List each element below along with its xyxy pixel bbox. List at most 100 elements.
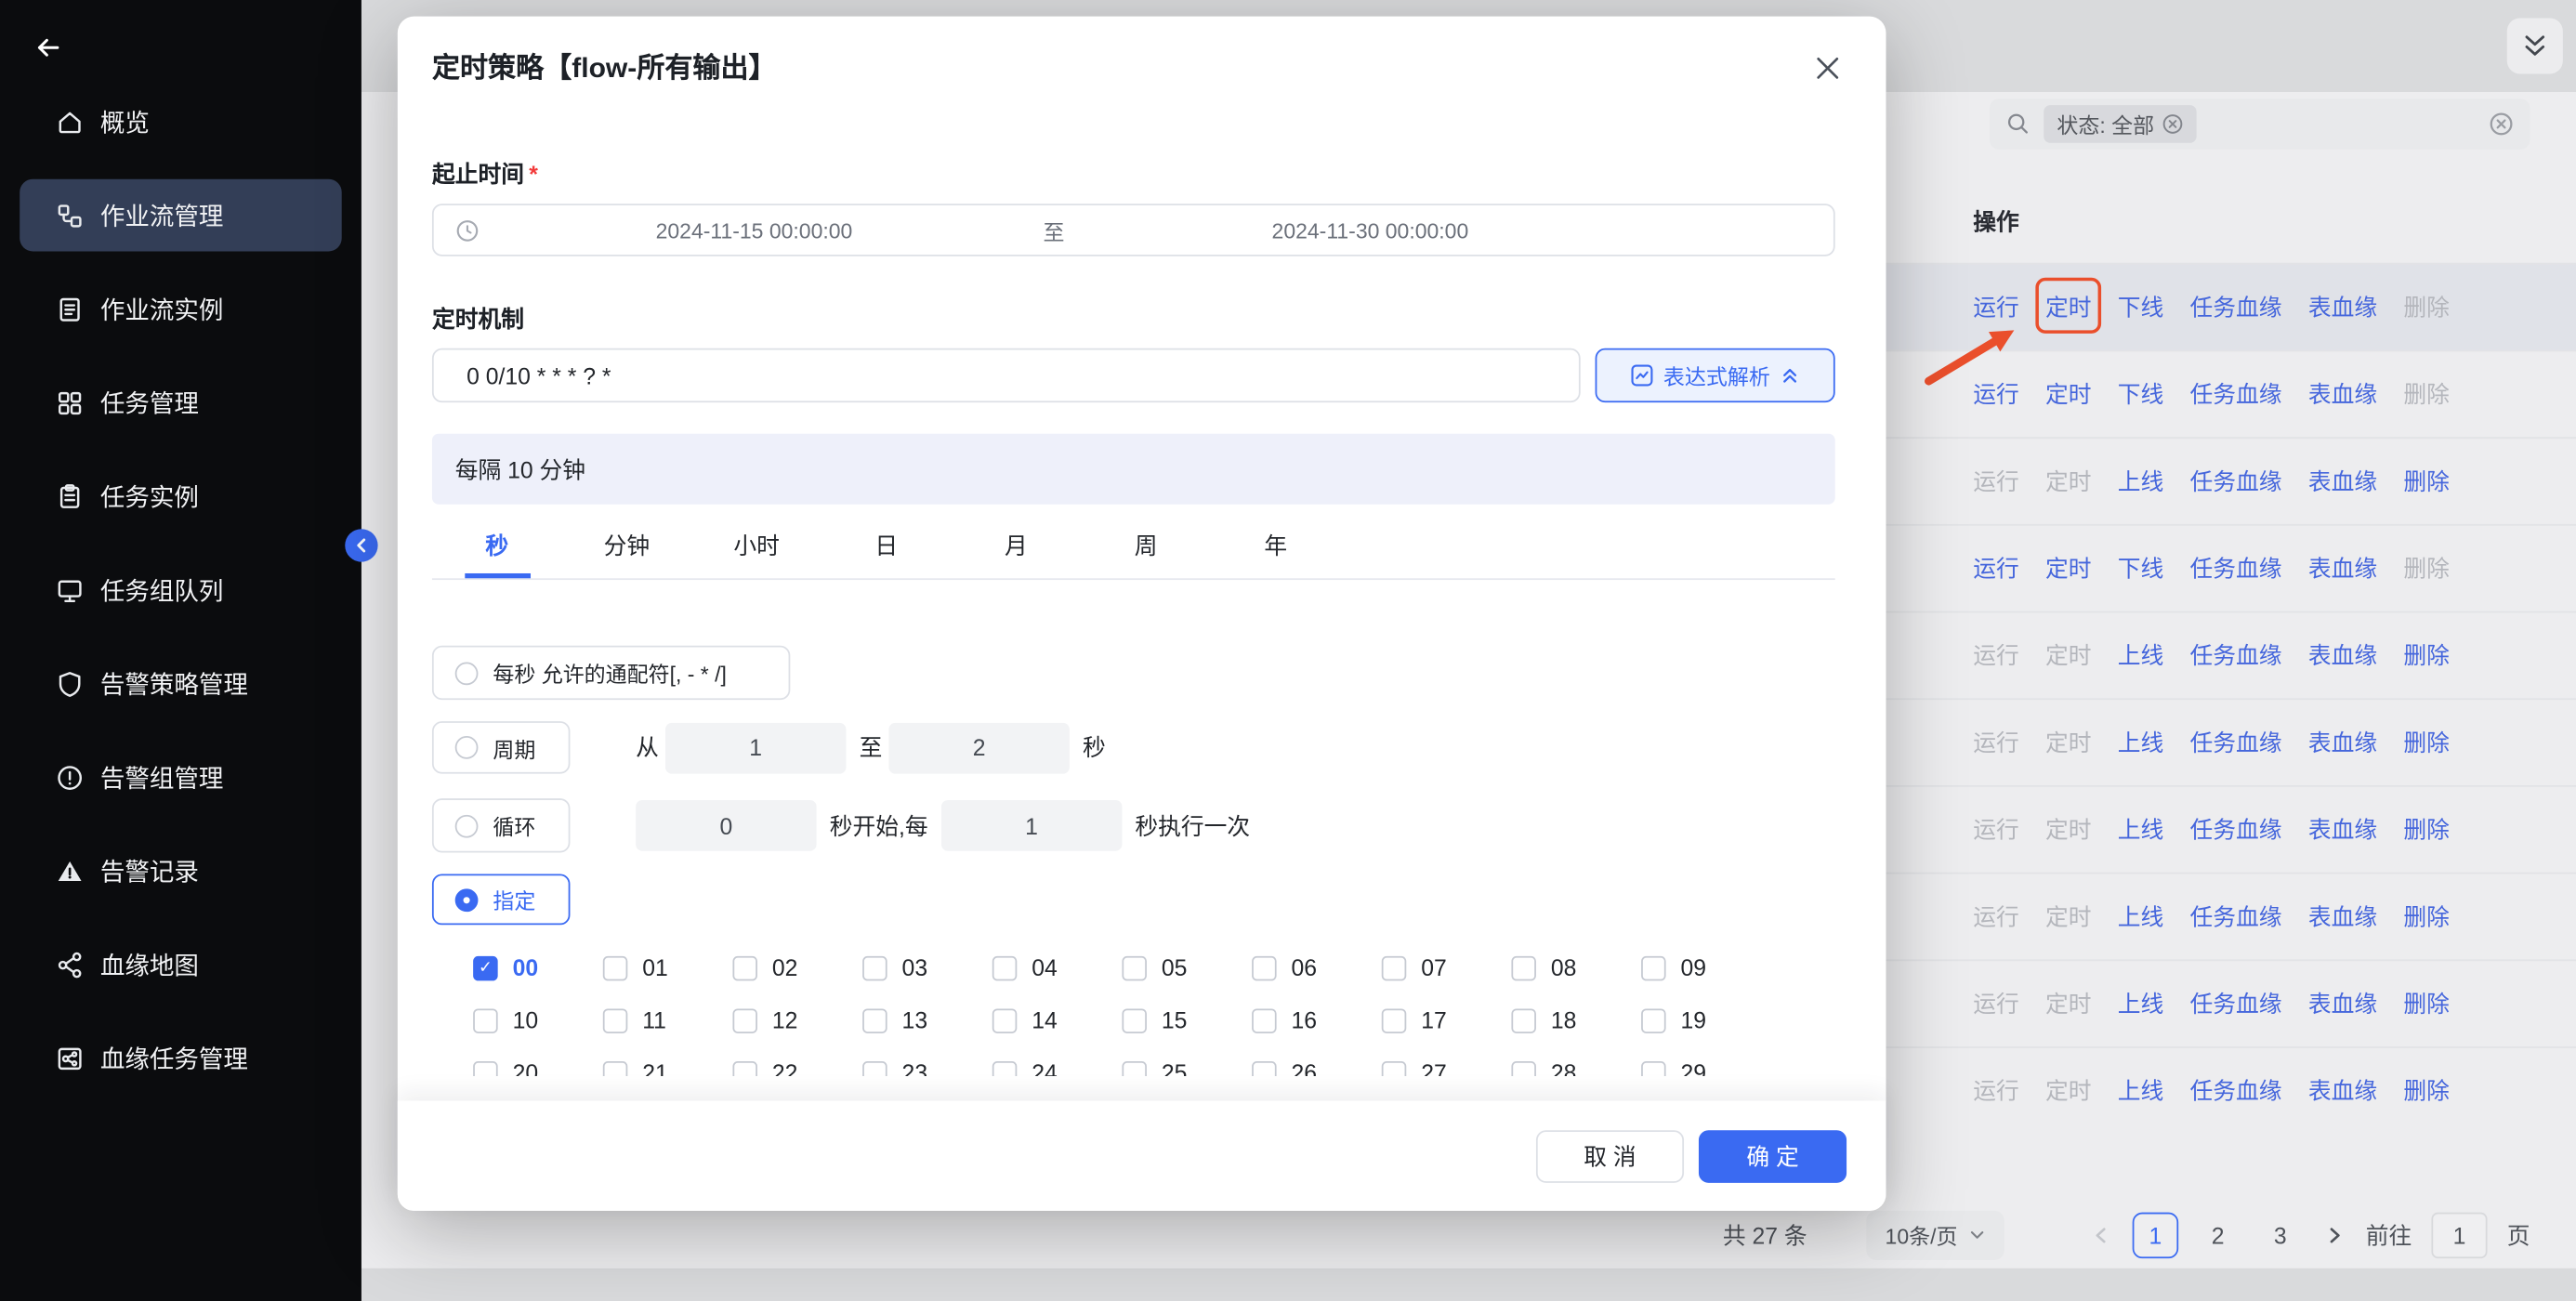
row-action-link[interactable]: 任务血缘 <box>2190 639 2282 672</box>
sidebar-item[interactable]: 作业流实例 <box>20 272 341 345</box>
option-loop[interactable]: 循环 <box>432 798 570 852</box>
second-checkbox-item[interactable]: 04 <box>992 954 1123 980</box>
row-action-link[interactable]: 删除 <box>2403 813 2450 846</box>
checkbox-icon[interactable] <box>862 1060 887 1076</box>
second-checkbox-item[interactable]: 25 <box>1122 1059 1252 1076</box>
second-checkbox-item[interactable]: 06 <box>1252 954 1382 980</box>
checkbox-icon[interactable] <box>1511 1008 1536 1033</box>
second-checkbox-item[interactable]: 18 <box>1511 1007 1641 1033</box>
sidebar-item[interactable]: 血缘地图 <box>20 928 341 1001</box>
checkbox-icon[interactable] <box>1511 1060 1536 1076</box>
sidebar-item[interactable]: 告警策略管理 <box>20 648 341 720</box>
row-action-link[interactable]: 删除 <box>2403 465 2450 497</box>
second-checkbox-item[interactable]: ✓00 <box>473 954 603 980</box>
row-action-link[interactable]: 表血缘 <box>2308 1074 2377 1107</box>
second-checkbox-item[interactable]: 11 <box>603 1007 733 1033</box>
radio-every-second[interactable] <box>455 662 479 685</box>
row-action-link[interactable]: 下线 <box>2118 378 2164 411</box>
row-action-link[interactable]: 定时 <box>2045 552 2092 585</box>
loop-start-input[interactable]: 0 <box>636 800 816 851</box>
back-button[interactable] <box>26 26 69 69</box>
row-action-link[interactable]: 上线 <box>2118 987 2164 1019</box>
checkbox-icon[interactable] <box>473 1008 498 1033</box>
second-checkbox-item[interactable]: 09 <box>1641 954 1771 980</box>
row-action-link[interactable]: 表血缘 <box>2308 552 2377 585</box>
expand-all-button[interactable] <box>2507 18 2563 73</box>
page-number[interactable]: 1 <box>2133 1212 2179 1258</box>
second-checkbox-item[interactable]: 17 <box>1382 1007 1512 1033</box>
unit-tab[interactable]: 周 <box>1081 518 1211 578</box>
clear-filters-icon[interactable] <box>2489 112 2514 137</box>
unit-tab[interactable]: 日 <box>821 518 952 578</box>
row-action-link[interactable]: 任务血缘 <box>2190 900 2282 933</box>
row-action-link[interactable]: 表血缘 <box>2308 900 2377 933</box>
row-action-link[interactable]: 上线 <box>2118 813 2164 846</box>
checkbox-icon[interactable] <box>1382 1008 1407 1033</box>
option-specify[interactable]: 指定 <box>432 874 570 925</box>
second-checkbox-item[interactable]: 24 <box>992 1059 1123 1076</box>
row-action-link[interactable]: 表血缘 <box>2308 465 2377 497</box>
row-action-link[interactable]: 表血缘 <box>2308 987 2377 1019</box>
second-checkbox-item[interactable]: 13 <box>862 1007 992 1033</box>
checkbox-icon[interactable] <box>603 1008 628 1033</box>
page-number[interactable]: 3 <box>2257 1212 2304 1258</box>
sidebar-item[interactable]: 概览 <box>20 85 341 158</box>
sidebar-item[interactable]: 任务组队列 <box>20 554 341 626</box>
date-range-input[interactable]: 2024-11-15 00:00:00 至 2024-11-30 00:00:0… <box>432 204 1835 256</box>
row-action-link[interactable]: 任务血缘 <box>2190 552 2282 585</box>
sidebar-item[interactable]: 任务管理 <box>20 366 341 439</box>
sidebar-item[interactable]: 告警记录 <box>20 834 341 907</box>
row-action-link[interactable]: 任务血缘 <box>2190 987 2282 1019</box>
row-action-link[interactable]: 删除 <box>2403 639 2450 672</box>
radio-loop[interactable] <box>455 814 479 837</box>
checkbox-icon[interactable] <box>1641 1008 1666 1033</box>
checkbox-icon[interactable] <box>992 1008 1018 1033</box>
checkbox-icon[interactable] <box>1511 955 1536 980</box>
checkbox-icon[interactable] <box>1252 1008 1277 1033</box>
checkbox-icon[interactable] <box>862 1008 887 1033</box>
checkbox-icon[interactable] <box>1382 955 1407 980</box>
checkbox-icon[interactable] <box>603 955 628 980</box>
sidebar-collapse-handle[interactable] <box>345 529 377 561</box>
sidebar-item[interactable]: 告警组管理 <box>20 741 341 813</box>
second-checkbox-item[interactable]: 26 <box>1252 1059 1382 1076</box>
checkbox-icon[interactable] <box>992 1060 1018 1076</box>
row-action-link[interactable]: 运行 <box>1973 552 2019 585</box>
sidebar-item[interactable]: 血缘任务管理 <box>20 1022 341 1095</box>
checkbox-icon[interactable] <box>1252 955 1277 980</box>
second-checkbox-item[interactable]: 15 <box>1122 1007 1252 1033</box>
row-action-link[interactable]: 删除 <box>2403 1074 2450 1107</box>
row-action-link[interactable]: 下线 <box>2118 291 2164 323</box>
second-checkbox-item[interactable]: 14 <box>992 1007 1123 1033</box>
second-checkbox-item[interactable]: 16 <box>1252 1007 1382 1033</box>
row-action-link[interactable]: 删除 <box>2403 987 2450 1019</box>
checkbox-icon[interactable] <box>862 955 887 980</box>
checkbox-icon[interactable] <box>473 1060 498 1076</box>
radio-specify-checked[interactable] <box>455 888 479 912</box>
checkbox-icon[interactable] <box>1382 1060 1407 1076</box>
second-checkbox-item[interactable]: 08 <box>1511 954 1641 980</box>
second-checkbox-item[interactable]: 27 <box>1382 1059 1512 1076</box>
checkbox-icon[interactable] <box>1641 955 1666 980</box>
unit-tab[interactable]: 月 <box>952 518 1082 578</box>
checkbox-icon[interactable] <box>603 1060 628 1076</box>
radio-cycle[interactable] <box>455 736 479 759</box>
row-action-link[interactable]: 表血缘 <box>2308 291 2377 323</box>
row-action-link[interactable]: 上线 <box>2118 726 2164 758</box>
row-action-link[interactable]: 删除 <box>2403 726 2450 758</box>
checkbox-icon[interactable] <box>1122 1008 1147 1033</box>
second-checkbox-item[interactable]: 22 <box>732 1059 862 1076</box>
row-action-link[interactable]: 表血缘 <box>2308 378 2377 411</box>
tag-remove-icon[interactable] <box>2162 113 2184 135</box>
unit-tab[interactable]: 秒 <box>432 518 562 578</box>
row-action-link[interactable]: 上线 <box>2118 900 2164 933</box>
row-action-link[interactable]: 表血缘 <box>2308 813 2377 846</box>
unit-tab[interactable]: 分钟 <box>562 518 692 578</box>
checkbox-icon[interactable] <box>732 1008 757 1033</box>
row-action-link[interactable]: 上线 <box>2118 1074 2164 1107</box>
second-checkbox-item[interactable]: 07 <box>1382 954 1512 980</box>
cycle-to-input[interactable]: 2 <box>888 722 1069 773</box>
row-action-link[interactable]: 任务血缘 <box>2190 1074 2282 1107</box>
second-checkbox-item[interactable]: 10 <box>473 1007 603 1033</box>
cron-expression-input[interactable]: 0 0/10 * * * ? * <box>432 348 1581 402</box>
